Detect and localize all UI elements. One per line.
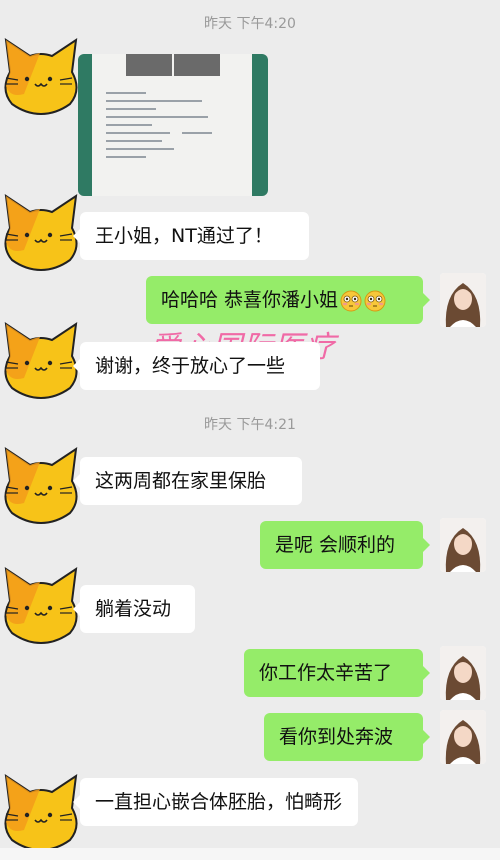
message-bubble[interactable]: 谢谢，终于放心了一些 xyxy=(73,342,320,390)
message-bubble[interactable]: 躺着没动 xyxy=(73,585,195,633)
timestamp: 昨天 下午4:20 xyxy=(204,16,296,32)
cat-avatar-icon[interactable] xyxy=(0,563,82,645)
timestamp: 昨天 下午4:21 xyxy=(204,417,296,433)
woman-avatar-icon[interactable] xyxy=(440,273,486,327)
input-bar[interactable] xyxy=(0,848,500,860)
woman-avatar-icon[interactable] xyxy=(440,518,486,572)
message-bubble[interactable]: 是呢 会顺利的 xyxy=(260,521,430,569)
cat-avatar-icon[interactable] xyxy=(0,190,82,272)
cat-avatar-icon[interactable] xyxy=(0,34,82,116)
message-bubble[interactable]: 你工作太辛苦了 xyxy=(244,649,430,697)
report-image xyxy=(92,54,252,196)
woman-avatar-icon[interactable] xyxy=(440,646,486,700)
message-bubble[interactable]: 一直担心嵌合体胚胎，怕畸形 xyxy=(73,778,358,826)
flushed-face-emoji-icon xyxy=(340,289,362,312)
image-message-report[interactable] xyxy=(78,54,268,196)
cat-avatar-icon[interactable] xyxy=(0,318,82,400)
flushed-face-emoji-icon xyxy=(364,289,386,312)
message-bubble[interactable]: 看你到处奔波 xyxy=(264,713,430,761)
message-text: 哈哈哈 恭喜你潘小姐 xyxy=(161,289,339,311)
message-bubble[interactable]: 王小姐，NT通过了！ xyxy=(73,212,309,260)
cat-avatar-icon[interactable] xyxy=(0,770,82,852)
message-bubble[interactable]: 哈哈哈 恭喜你潘小姐 xyxy=(146,276,430,324)
cat-avatar-icon[interactable] xyxy=(0,443,82,525)
woman-avatar-icon[interactable] xyxy=(440,710,486,764)
message-bubble[interactable]: 这两周都在家里保胎 xyxy=(73,457,302,505)
